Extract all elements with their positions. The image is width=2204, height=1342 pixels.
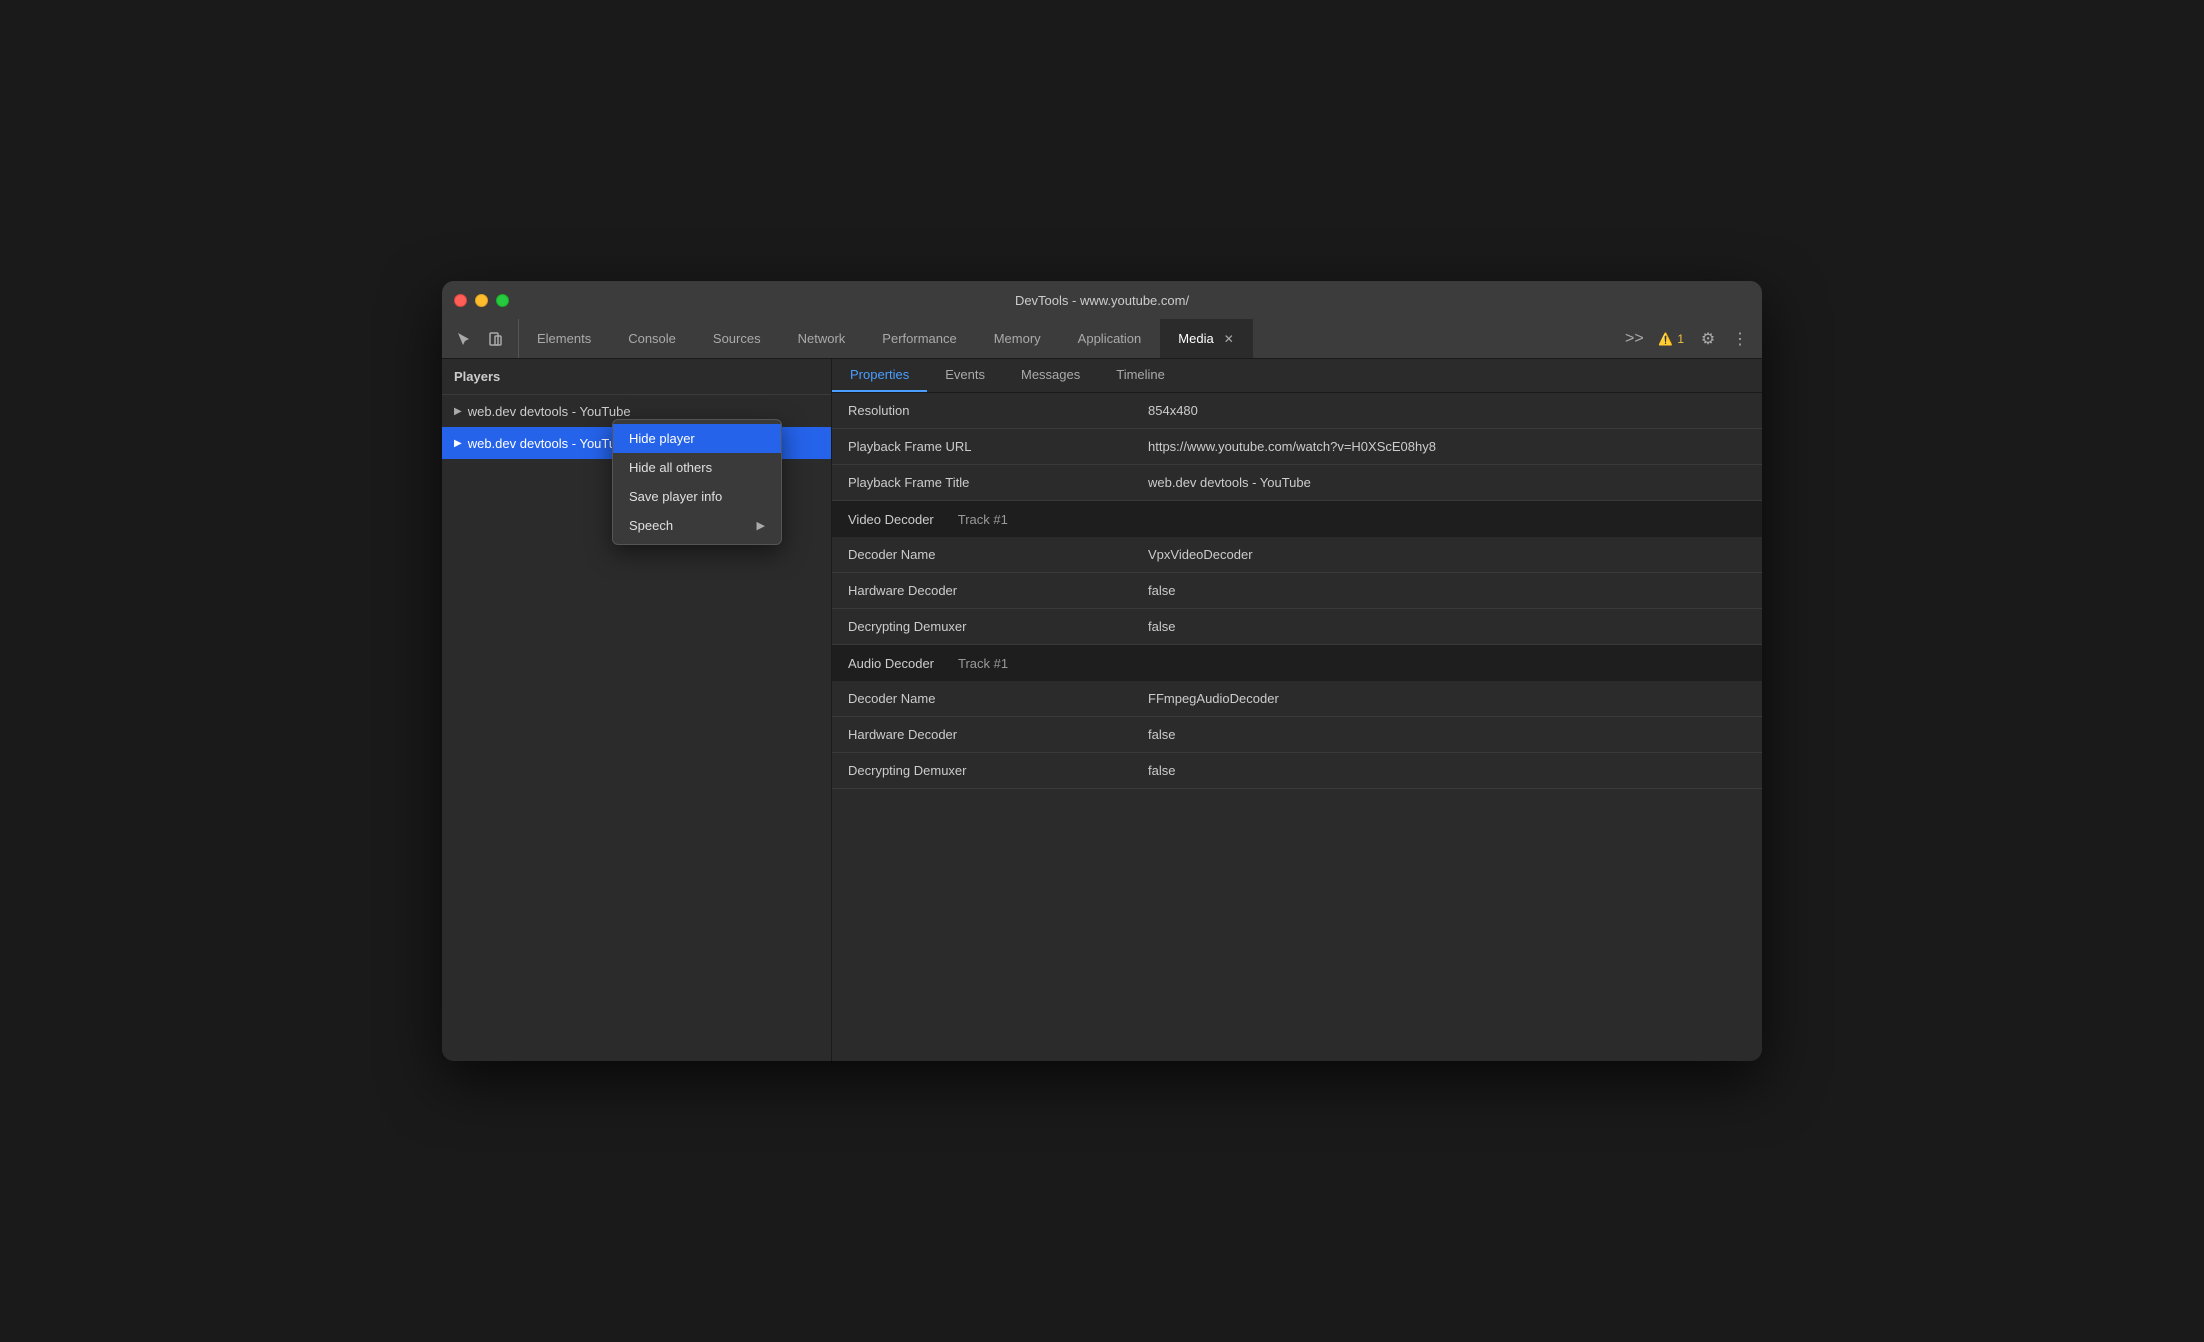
warning-count: 1 (1677, 332, 1684, 346)
close-tab-icon[interactable]: ✕ (1224, 332, 1234, 346)
video-hardware-decoder-row: Hardware Decoder false (832, 573, 1762, 609)
toolbar-right: >> ⚠️ 1 ⚙ ⋮ (1612, 319, 1762, 358)
audio-decoder-name-value: FFmpegAudioDecoder (1132, 683, 1762, 714)
prop-key-resolution: Resolution (832, 395, 1132, 426)
context-menu-save-info[interactable]: Save player info (613, 482, 781, 511)
tab-properties[interactable]: Properties (832, 359, 927, 392)
main-content: Players ▶ web.dev devtools - YouTube ▶ w… (442, 359, 1762, 1061)
context-menu-hide-player[interactable]: Hide player (613, 424, 781, 453)
sidebar: Players ▶ web.dev devtools - YouTube ▶ w… (442, 359, 832, 1061)
properties-table: Resolution 854x480 Playback Frame URL ht… (832, 393, 1762, 1061)
panel-tabs: Properties Events Messages Timeline (832, 359, 1762, 393)
minimize-button[interactable] (475, 294, 488, 307)
devtools-window: DevTools - www.youtube.com/ Elements Con… (442, 281, 1762, 1061)
maximize-button[interactable] (496, 294, 509, 307)
prop-key-frame-url: Playback Frame URL (832, 431, 1132, 462)
window-title: DevTools - www.youtube.com/ (1015, 293, 1189, 308)
context-menu-hide-others[interactable]: Hide all others (613, 453, 781, 482)
sidebar-header: Players (442, 359, 831, 395)
tab-elements[interactable]: Elements (519, 319, 610, 358)
tab-events[interactable]: Events (927, 359, 1003, 392)
device-icon[interactable] (482, 325, 510, 353)
right-panel: Properties Events Messages Timeline Reso… (832, 359, 1762, 1061)
audio-hardware-decoder-row: Hardware Decoder false (832, 717, 1762, 753)
tab-application[interactable]: Application (1060, 319, 1161, 358)
tab-memory[interactable]: Memory (976, 319, 1060, 358)
prop-row-resolution: Resolution 854x480 (832, 393, 1762, 429)
context-menu: Hide player Hide all others Save player … (612, 419, 782, 545)
overflow-icon[interactable]: >> (1620, 325, 1648, 353)
warning-badge: ⚠️ 1 (1652, 330, 1690, 348)
settings-icon[interactable]: ⚙ (1694, 325, 1722, 353)
prop-value-frame-url: https://www.youtube.com/watch?v=H0XScE08… (1132, 431, 1762, 462)
video-decoder-label: Video Decoder (832, 506, 950, 533)
video-decrypting-demuxer-row: Decrypting Demuxer false (832, 609, 1762, 645)
audio-decoder-track: Track #1 (950, 650, 1016, 677)
audio-decrypting-demuxer-row: Decrypting Demuxer false (832, 753, 1762, 789)
toolbar-tabs: Elements Console Sources Network Perform… (519, 319, 1612, 358)
tab-sources[interactable]: Sources (695, 319, 780, 358)
tab-console[interactable]: Console (610, 319, 695, 358)
prop-value-resolution: 854x480 (1132, 395, 1762, 426)
video-decoder-name-row: Decoder Name VpxVideoDecoder (832, 537, 1762, 573)
prop-value-frame-title: web.dev devtools - YouTube (1132, 467, 1762, 498)
title-bar: DevTools - www.youtube.com/ (442, 281, 1762, 319)
toolbar-icon-group (442, 319, 519, 358)
video-decoder-name-value: VpxVideoDecoder (1132, 539, 1762, 570)
video-decoder-name-key: Decoder Name (832, 539, 1132, 570)
prop-row-frame-title: Playback Frame Title web.dev devtools - … (832, 465, 1762, 501)
audio-decoder-name-row: Decoder Name FFmpegAudioDecoder (832, 681, 1762, 717)
video-decrypting-demuxer-value: false (1132, 611, 1762, 642)
tab-media[interactable]: Media ✕ (1160, 319, 1252, 358)
player-arrow-icon-2: ▶ (454, 438, 462, 449)
video-decrypting-demuxer-key: Decrypting Demuxer (832, 611, 1132, 642)
video-decoder-track: Track #1 (950, 506, 1016, 533)
audio-hardware-decoder-key: Hardware Decoder (832, 719, 1132, 750)
video-decoder-header: Video Decoder Track #1 (832, 501, 1762, 537)
tab-messages[interactable]: Messages (1003, 359, 1098, 392)
player-arrow-icon: ▶ (454, 406, 462, 417)
video-hardware-decoder-value: false (1132, 575, 1762, 606)
cursor-icon[interactable] (450, 325, 478, 353)
audio-decoder-label: Audio Decoder (832, 650, 950, 677)
more-icon[interactable]: ⋮ (1726, 325, 1754, 353)
audio-hardware-decoder-value: false (1132, 719, 1762, 750)
prop-key-frame-title: Playback Frame Title (832, 467, 1132, 498)
audio-decrypting-demuxer-value: false (1132, 755, 1762, 786)
traffic-lights (454, 294, 509, 307)
player-label-2: web.dev devtools - YouTube (468, 436, 631, 451)
player-label-1: web.dev devtools - YouTube (468, 404, 631, 419)
tab-performance[interactable]: Performance (864, 319, 975, 358)
tab-timeline[interactable]: Timeline (1098, 359, 1183, 392)
prop-row-frame-url: Playback Frame URL https://www.youtube.c… (832, 429, 1762, 465)
audio-decoder-name-key: Decoder Name (832, 683, 1132, 714)
toolbar: Elements Console Sources Network Perform… (442, 319, 1762, 359)
audio-decoder-header: Audio Decoder Track #1 (832, 645, 1762, 681)
submenu-arrow-icon: ▶ (757, 519, 765, 532)
warning-icon: ⚠️ (1658, 332, 1673, 346)
close-button[interactable] (454, 294, 467, 307)
context-menu-speech[interactable]: Speech ▶ (613, 511, 781, 540)
audio-decrypting-demuxer-key: Decrypting Demuxer (832, 755, 1132, 786)
tab-network[interactable]: Network (780, 319, 865, 358)
video-hardware-decoder-key: Hardware Decoder (832, 575, 1132, 606)
